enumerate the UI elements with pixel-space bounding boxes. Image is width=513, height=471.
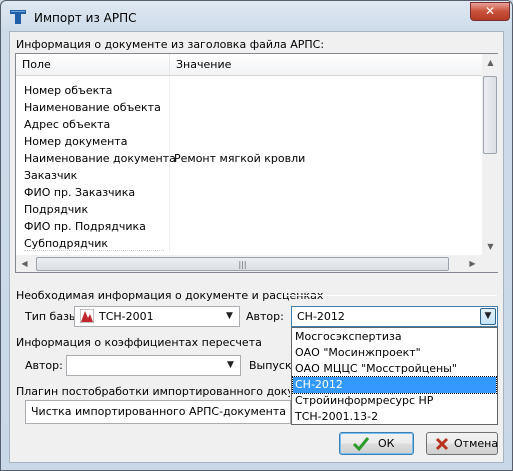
base-type-label: Тип базы: [25, 310, 82, 323]
table-row[interactable]: Заказчик [16, 167, 482, 184]
table-row[interactable]: ФИО пр. Подрядчика [16, 218, 482, 235]
base-type-value: ТСН-2001 [99, 310, 154, 323]
table-row[interactable]: Подрядчик [16, 201, 482, 218]
base-type-icon [79, 308, 95, 324]
table-row[interactable]: Номер объекта [16, 82, 482, 99]
table-row[interactable]: Адрес объекта [16, 116, 482, 133]
vertical-scroll-thumb[interactable] [483, 76, 497, 154]
chevron-down-icon[interactable]: ▼ [222, 309, 237, 324]
row-field: Наименование объекта [24, 101, 161, 114]
plugin-select[interactable]: Чистка импортированного АРПС-документа в… [25, 400, 291, 424]
cancel-label: Отмена [454, 437, 499, 450]
dropdown-option[interactable]: ОАО МЦЦС "Мосстройцены" [293, 361, 496, 377]
ok-label: ОК [378, 437, 395, 450]
table-row[interactable]: Наименование объекта [16, 99, 482, 116]
doc-info-table[interactable]: Поле Значение Номер объекта Наименование … [15, 53, 499, 273]
table-row[interactable]: Номер документа [16, 133, 482, 150]
column-header-value[interactable]: Значение [170, 54, 482, 75]
table-row[interactable]: Наименование документа Ремонт мягкой кров… [16, 150, 482, 167]
dropdown-option[interactable]: Стройинформресурс НР [293, 393, 496, 409]
author-value: СН-2012 [297, 310, 345, 323]
author-dropdown-list[interactable]: Мосгосэкспертиза ОАО "Мосинжпроект" ОАО МЦ… [291, 327, 498, 425]
dialog-window: Импорт из АРПС ✕ Информация о документе … [0, 0, 513, 471]
base-type-select[interactable]: ТСН-2001 ▼ [74, 306, 240, 327]
plugin-value: Чистка импортированного АРПС-документа в… [31, 405, 290, 418]
row-field: ФИО пр. Подрядчика [24, 220, 146, 233]
scroll-right-icon[interactable]: ▶ [464, 255, 481, 272]
author-select[interactable]: СН-2012 ▼ [291, 306, 498, 327]
issue-label: Выпуск: [249, 359, 296, 372]
row-field: Заказчик [24, 169, 78, 182]
dropdown-option[interactable]: Мосгосэкспертиза [293, 329, 496, 345]
author-label: Автор: [246, 310, 284, 323]
scrollbar-corner [482, 255, 498, 272]
dropdown-option[interactable]: ОАО "Мосинжпроект" [293, 345, 496, 361]
row-field: Номер документа [24, 135, 128, 148]
row-field: ФИО пр. Заказчика [24, 186, 136, 199]
row-value: Ремонт мягкой кровли [174, 152, 306, 165]
chevron-down-icon[interactable]: ▼ [223, 358, 238, 373]
cross-icon [434, 436, 450, 455]
horizontal-scrollbar[interactable]: ◀ ||| ▶ [16, 255, 482, 272]
app-icon [10, 10, 26, 24]
scroll-up-icon[interactable]: ▲ [482, 54, 499, 71]
coef-author-select[interactable]: ▼ [66, 355, 241, 376]
column-header-field[interactable]: Поле [16, 54, 169, 75]
window-title: Импорт из АРПС [34, 11, 137, 25]
vertical-scrollbar[interactable]: ▲ ▼ [482, 54, 499, 255]
coef-author-label: Автор: [25, 359, 63, 372]
doc-info-label: Информация о документе из заголовка файл… [16, 38, 325, 51]
row-field: Подрядчик [24, 203, 89, 216]
plugin-label: Плагин постобработки импортированного до… [16, 385, 290, 398]
table-row[interactable]: ФИО пр. Заказчика [16, 184, 482, 201]
dropdown-option[interactable]: ТСН-2001.13-2 [293, 409, 496, 425]
close-button[interactable]: ✕ [470, 2, 510, 21]
cut-off-row [24, 250, 164, 253]
scroll-left-icon[interactable]: ◀ [16, 255, 33, 272]
row-field: Наименование документа [24, 152, 176, 165]
required-info-label: Необходимая информация о документе и рас… [16, 289, 324, 302]
scroll-down-icon[interactable]: ▼ [482, 238, 499, 255]
dropdown-option[interactable]: СН-2012 [292, 376, 497, 394]
coefficients-label: Информация о коэффициентах пересчета [16, 336, 262, 349]
chevron-down-icon[interactable]: ▼ [480, 308, 496, 325]
cancel-button[interactable]: Отмена [426, 432, 498, 455]
table-header: Поле Значение [16, 54, 482, 76]
ok-button[interactable]: ОК [339, 432, 414, 455]
row-field: Номер объекта [24, 84, 113, 97]
horizontal-scroll-thumb[interactable]: ||| [36, 257, 449, 271]
row-field: Адрес объекта [24, 118, 111, 131]
checkmark-icon [352, 436, 370, 455]
